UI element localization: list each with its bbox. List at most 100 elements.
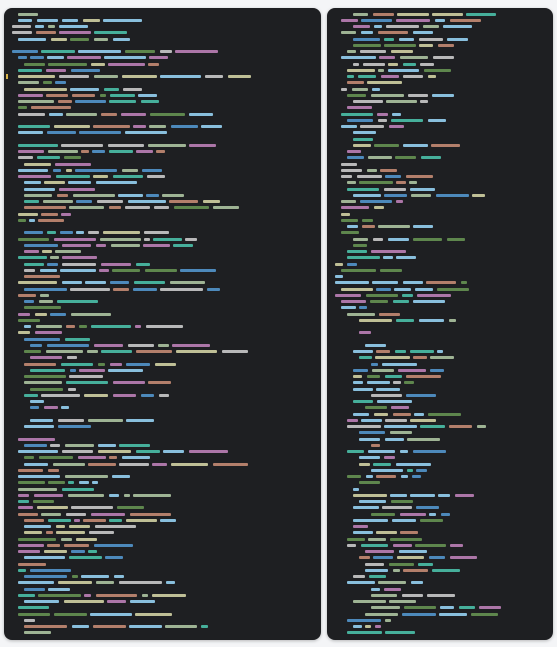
code-token (398, 368, 426, 372)
code-line (4, 280, 321, 286)
code-line (4, 592, 321, 598)
code-token (153, 237, 182, 241)
code-token (406, 393, 436, 397)
code-token (203, 200, 220, 203)
code-token (18, 468, 43, 472)
code-token (68, 387, 76, 391)
code-token (341, 200, 356, 203)
code-token (353, 137, 373, 141)
code-token (374, 206, 384, 210)
code-line (4, 399, 321, 405)
code-token (353, 43, 381, 47)
code-token (372, 281, 398, 285)
code-line (4, 580, 321, 586)
code-token (347, 418, 358, 422)
code-line (4, 180, 321, 186)
code-token (170, 281, 205, 285)
code-token (119, 581, 162, 585)
code-token (432, 12, 463, 16)
code-line (4, 499, 321, 505)
code-token (392, 518, 416, 522)
code-token (18, 512, 38, 516)
code-token (406, 375, 441, 378)
code-token (18, 68, 42, 72)
code-token (118, 193, 143, 197)
left-code-editor-pane[interactable] (4, 8, 321, 640)
code-line (4, 405, 321, 411)
code-token (18, 175, 51, 178)
code-line (327, 161, 553, 167)
code-line (327, 180, 553, 186)
code-token (384, 425, 417, 428)
code-line (327, 130, 553, 136)
code-line (4, 486, 321, 492)
code-line (4, 442, 321, 448)
code-line (4, 286, 321, 292)
code-line (4, 230, 321, 236)
code-token (396, 18, 430, 22)
code-line (4, 542, 321, 548)
code-line (327, 205, 553, 211)
code-token (72, 93, 95, 97)
code-token (24, 193, 52, 197)
code-token (379, 312, 400, 316)
code-line (4, 149, 321, 155)
code-token (450, 18, 481, 22)
code-token (410, 418, 436, 422)
code-token (385, 375, 402, 378)
code-token (433, 56, 454, 60)
code-line (4, 324, 321, 330)
code-token (54, 612, 87, 616)
code-token (107, 600, 126, 603)
code-line (4, 274, 321, 280)
code-token (47, 262, 58, 266)
code-token (353, 131, 376, 135)
code-token (18, 281, 57, 285)
code-token (47, 231, 56, 235)
code-line (327, 561, 553, 567)
code-line (4, 111, 321, 117)
code-token (61, 406, 69, 410)
code-token (427, 593, 455, 597)
gutter-change-marker (6, 73, 8, 79)
code-token (395, 350, 406, 353)
code-token (68, 181, 91, 185)
code-token (213, 206, 239, 210)
code-token (56, 525, 65, 528)
code-token (379, 56, 395, 60)
code-token (125, 206, 150, 210)
code-token (371, 250, 406, 253)
code-line (327, 311, 553, 317)
code-token (18, 593, 35, 597)
right-code-editor-pane[interactable] (327, 8, 553, 640)
code-token (24, 456, 34, 460)
code-line (327, 599, 553, 605)
code-line (4, 186, 321, 192)
code-line (4, 155, 321, 161)
code-token (78, 456, 106, 460)
code-token (365, 568, 388, 572)
code-token (443, 25, 472, 28)
code-token (142, 168, 162, 172)
code-token (180, 268, 216, 272)
code-line (4, 124, 321, 130)
code-token (54, 125, 90, 128)
code-token (114, 575, 124, 578)
code-token (70, 287, 110, 291)
code-token (385, 631, 415, 635)
code-token (155, 362, 176, 366)
code-token (49, 112, 63, 116)
code-token (353, 100, 383, 103)
code-token (201, 625, 208, 628)
code-token (353, 368, 368, 372)
code-line (4, 461, 321, 467)
code-token (400, 512, 426, 516)
code-token (48, 468, 59, 472)
code-token (18, 100, 54, 103)
code-token (450, 556, 477, 560)
code-token (411, 193, 431, 197)
code-token (47, 56, 64, 60)
code-token (175, 50, 218, 53)
code-token (359, 356, 372, 360)
code-token (47, 343, 89, 347)
